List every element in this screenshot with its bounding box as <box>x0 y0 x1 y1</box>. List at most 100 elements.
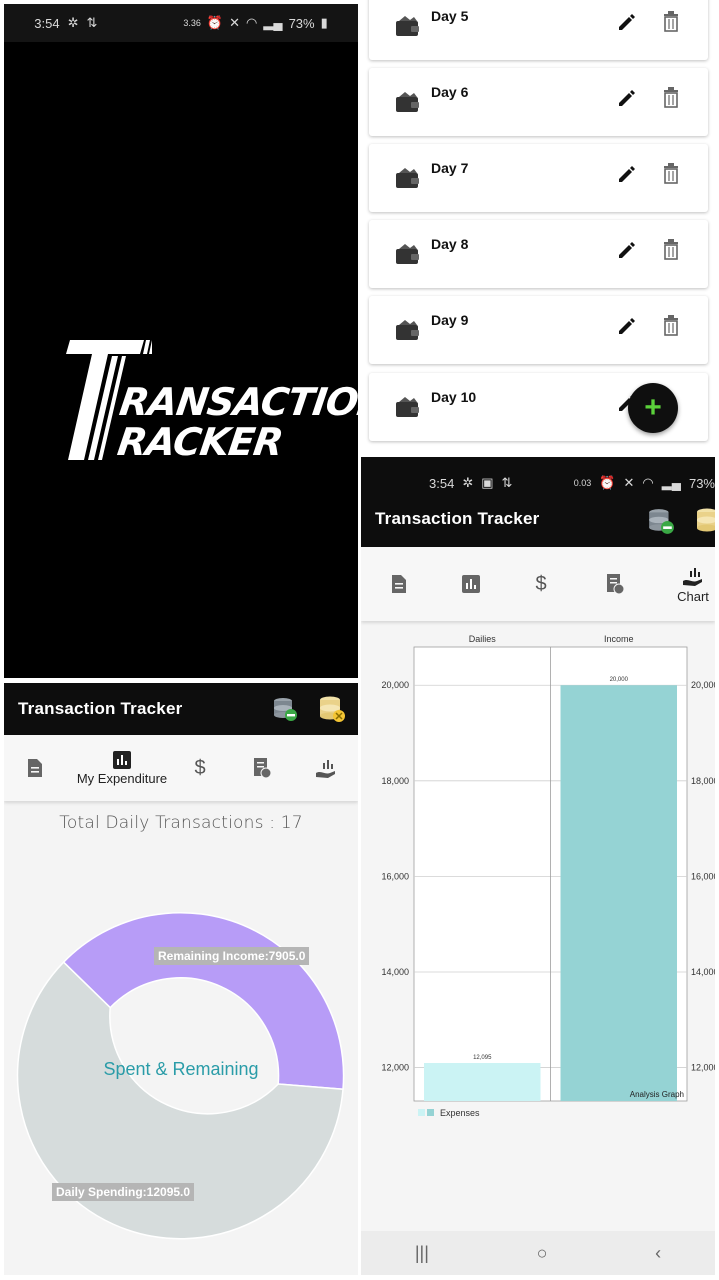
wallet-icon <box>396 16 419 36</box>
signal-icon: ▂▄ <box>661 475 681 490</box>
day-label: Day 7 <box>431 160 469 176</box>
y-tick-label-left: 18,000 <box>381 776 409 786</box>
image-icon: ▣ <box>481 475 494 490</box>
signal-icon: ▂▄ <box>263 15 283 30</box>
recent-apps-button[interactable]: ||| <box>415 1243 429 1264</box>
wallet-icon <box>396 92 419 112</box>
app-bar: Transaction Tracker <box>4 683 358 735</box>
invoice-icon <box>607 574 624 595</box>
database-remove-icon[interactable] <box>647 507 675 535</box>
edit-pencil-icon[interactable] <box>617 316 637 336</box>
y-tick-label-right: 16,000 <box>691 871 715 881</box>
edit-pencil-icon[interactable] <box>617 12 637 32</box>
wallet-icon <box>396 168 419 188</box>
app-title: Transaction Tracker <box>375 509 540 528</box>
app-title: Transaction Tracker <box>18 699 183 718</box>
tab-records[interactable] <box>20 735 50 801</box>
mute-icon: ✕ <box>229 15 240 30</box>
status-time: 3:54 <box>429 475 455 491</box>
wallet-icon <box>396 320 419 340</box>
dollar-icon: $ <box>194 756 206 779</box>
tab-bar: My Expenditure $ <box>4 735 358 801</box>
legend-swatch <box>418 1109 425 1116</box>
delete-trash-icon[interactable] <box>661 314 681 336</box>
y-tick-label-left: 14,000 <box>381 967 409 977</box>
network-speed: 0.03 <box>573 478 592 488</box>
database-clear-icon[interactable] <box>695 507 715 535</box>
tab-records[interactable] <box>389 547 409 621</box>
y-tick-label-right: 20,000 <box>691 680 715 690</box>
bar-chart-icon <box>462 575 480 593</box>
bar-value-label: 20,000 <box>610 677 629 683</box>
tab-chart[interactable] <box>312 735 340 801</box>
day-label: Day 10 <box>431 389 477 405</box>
alarm-icon: ⏰ <box>206 15 224 30</box>
tab-income[interactable]: $ <box>531 547 551 621</box>
delete-trash-icon[interactable] <box>661 162 681 184</box>
edit-pencil-icon[interactable] <box>617 240 637 260</box>
back-button[interactable]: ‹ <box>655 1243 661 1264</box>
hand-chart-icon <box>683 567 702 586</box>
y-tick-label-right: 14,000 <box>691 967 715 977</box>
y-tick-label-right: 18,000 <box>691 776 715 786</box>
settings-gear-icon: ✲ <box>67 15 79 30</box>
day-label: Day 8 <box>431 236 469 252</box>
system-nav-bar: ||| ○ ‹ <box>361 1231 715 1275</box>
tab-label: Chart <box>677 588 709 604</box>
add-day-fab-button[interactable]: + <box>628 383 678 433</box>
invoice-icon <box>254 758 271 779</box>
total-transactions-text: Total Daily Transactions : 17 <box>59 813 303 833</box>
remaining-income-label: Remaining Income:7905.0 <box>154 947 310 965</box>
battery-percent: 73% <box>688 475 715 491</box>
bar <box>560 685 677 1101</box>
network-speed: 3.36 <box>183 18 201 28</box>
home-button[interactable]: ○ <box>537 1243 548 1264</box>
day-card[interactable]: Day 6 <box>369 68 708 136</box>
tab-invoice[interactable] <box>250 735 274 801</box>
mute-icon: ✕ <box>623 475 635 490</box>
app-bar: Transaction Tracker <box>361 507 715 547</box>
logo-text-line1: RANSACTION <box>116 380 358 424</box>
status-time: 3:54 <box>34 15 60 31</box>
delete-trash-icon[interactable] <box>661 238 681 260</box>
day-card[interactable]: Day 5 <box>369 0 708 60</box>
document-icon <box>28 759 42 777</box>
splash-screen: 3:54 ✲ ⇅ 3.36 ⏰ ✕ ◠ ▂▄ 73% ▮ RANSACTION … <box>4 4 358 678</box>
delete-trash-icon[interactable] <box>661 86 681 108</box>
bar-value-label: 12,095 <box>473 1055 492 1061</box>
tab-income[interactable]: $ <box>188 735 212 801</box>
legend-label: Expenses <box>440 1108 480 1118</box>
tab-my-expenditure[interactable] <box>461 547 481 621</box>
wifi-icon: ◠ <box>642 475 654 490</box>
analysis-bar-chart: 12,000 12,000 14,000 14,000 16,000 16,000 18,0… <box>381 634 715 1118</box>
edit-pencil-icon[interactable] <box>617 88 637 108</box>
data-transfer-icon: ⇅ <box>501 475 513 490</box>
day-label: Day 6 <box>431 84 469 100</box>
edit-pencil-icon[interactable] <box>617 164 637 184</box>
day-card[interactable]: Day 8 <box>369 220 708 288</box>
battery-percent: 73% <box>288 15 315 31</box>
category-label: Income <box>604 634 634 644</box>
day-card[interactable]: Day 7 <box>369 144 708 212</box>
wallet-icon <box>396 244 419 264</box>
day-card[interactable]: Day 9 <box>369 296 708 364</box>
donut-center-text: Spent & Remaining <box>103 1059 259 1079</box>
tab-chart[interactable]: Chart <box>673 547 713 621</box>
daily-spending-label: Daily Spending:12095.0 <box>52 1183 195 1201</box>
alarm-icon: ⏰ <box>599 475 616 490</box>
database-remove-icon[interactable] <box>272 696 298 722</box>
data-transfer-icon: ⇅ <box>86 15 98 30</box>
tab-my-expenditure[interactable]: My Expenditure <box>72 735 172 801</box>
database-clear-icon[interactable] <box>318 695 346 723</box>
wifi-icon: ◠ <box>246 15 258 30</box>
day-list-screen: Day 5 Day 6 Day 7 Day 8 Day 9 Day 10 + <box>362 0 714 450</box>
y-tick-label-right: 12,000 <box>691 1063 715 1073</box>
y-tick-label-left: 12,000 <box>381 1063 409 1073</box>
delete-trash-icon[interactable] <box>661 10 681 32</box>
tab-invoice[interactable] <box>603 547 627 621</box>
bar <box>424 1063 541 1101</box>
logo-text-line2: RACKER <box>114 420 286 464</box>
settings-gear-icon: ✲ <box>462 475 474 490</box>
plus-icon: + <box>644 391 662 424</box>
battery-icon: ▮ <box>320 15 328 30</box>
